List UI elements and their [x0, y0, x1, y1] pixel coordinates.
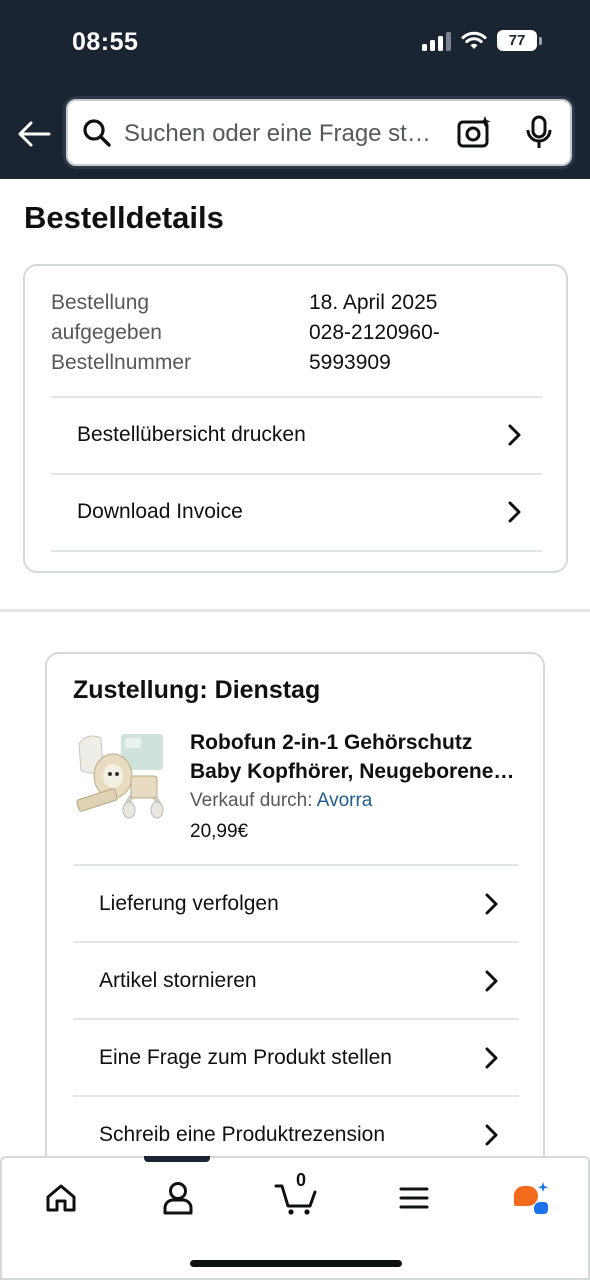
rufus-icon — [513, 1182, 548, 1214]
track-package-label: Lieferung verfolgen — [99, 891, 279, 915]
product-title-line2: Baby Kopfhörer, Neugeborene Lärmschutz — [190, 760, 520, 783]
home-indicator — [190, 1260, 402, 1267]
product-title-line1: Robofun 2-in-1 Gehörschutz — [190, 731, 473, 754]
back-arrow-icon — [18, 121, 51, 147]
row-divider — [51, 550, 542, 552]
chevron-right-icon — [479, 893, 519, 915]
status-time: 08:55 — [72, 28, 139, 56]
ask-product-question-label: Eine Frage zum Produkt stellen — [99, 1045, 392, 1069]
seller-info: Verkauf durch: Avorra — [190, 790, 372, 812]
order-date-label: Bestellung — [51, 291, 150, 314]
top-bar: 08:55 77 Suchen oder eine Frage stellen — [0, 0, 590, 179]
page-title: Bestelldetails — [24, 200, 224, 235]
camera-search-icon[interactable] — [456, 115, 492, 151]
nav-account[interactable] — [148, 1178, 208, 1218]
status-icons: 77 — [422, 30, 542, 51]
order-labels: Bestellung aufgegeben Bestellnummer — [51, 288, 191, 378]
order-date-label-cont: aufgegeben — [51, 321, 162, 344]
search-bar[interactable]: Suchen oder eine Frage stellen — [66, 99, 572, 166]
seller-prefix: Verkauf durch: — [190, 790, 317, 811]
download-invoice-link[interactable]: Download Invoice — [51, 473, 542, 549]
product-image[interactable] — [73, 730, 167, 822]
order-number-label: Bestellnummer — [51, 351, 192, 374]
nav-menu[interactable] — [384, 1178, 444, 1218]
nav-rufus[interactable] — [500, 1178, 560, 1218]
delivery-title: Zustellung: Dienstag — [73, 676, 321, 704]
order-summary-card: Bestellung aufgegeben Bestellnummer 18. … — [23, 264, 568, 573]
seller-link[interactable]: Avorra — [317, 790, 373, 811]
order-number-value: 028-2120960- — [309, 321, 440, 344]
track-package-link[interactable]: Lieferung verfolgen — [73, 864, 519, 941]
cancel-item-label: Artikel stornieren — [99, 968, 257, 992]
delivery-card: Zustellung: Dienstag Robofun 2-in-1 Gehö… — [45, 652, 545, 1172]
cart-count-badge: 0 — [295, 1170, 306, 1190]
search-icon — [83, 119, 111, 147]
wifi-icon — [461, 31, 487, 49]
back-button[interactable] — [14, 114, 54, 154]
write-review-label: Schreib eine Produktrezension — [99, 1122, 386, 1146]
battery-icon: 77 — [497, 30, 537, 51]
order-date-value: 18. April 2025 — [309, 291, 438, 314]
chevron-right-icon — [479, 1124, 519, 1146]
microphone-icon[interactable] — [524, 115, 554, 151]
order-values: 18. April 2025 028-2120960- 5993909 — [309, 288, 509, 378]
cancel-item-link[interactable]: Artikel stornieren — [73, 941, 519, 1018]
chevron-right-icon — [502, 501, 542, 523]
product-price: 20,99€ — [190, 821, 249, 842]
battery-cap — [539, 36, 542, 45]
home-icon — [46, 1184, 76, 1212]
print-order-summary-link[interactable]: Bestellübersicht drucken — [51, 396, 542, 472]
cellular-signal-icon — [422, 31, 451, 51]
chevron-right-icon — [502, 424, 542, 446]
download-invoice-label: Download Invoice — [77, 500, 243, 523]
product-title-link[interactable]: Robofun 2-in-1 Gehörschutz Baby Kopfhöre… — [190, 728, 520, 786]
chevron-right-icon — [479, 1047, 519, 1069]
search-input[interactable]: Suchen oder eine Frage stellen — [124, 120, 444, 148]
account-icon — [163, 1182, 193, 1215]
order-number-value-cont: 5993909 — [309, 351, 391, 374]
menu-icon — [399, 1187, 429, 1209]
ask-product-question-link[interactable]: Eine Frage zum Produkt stellen — [73, 1018, 519, 1095]
active-tab-indicator — [144, 1156, 210, 1162]
section-divider — [0, 609, 590, 612]
chevron-right-icon — [479, 970, 519, 992]
print-order-summary-label: Bestellübersicht drucken — [77, 423, 306, 446]
nav-home[interactable] — [31, 1178, 91, 1218]
